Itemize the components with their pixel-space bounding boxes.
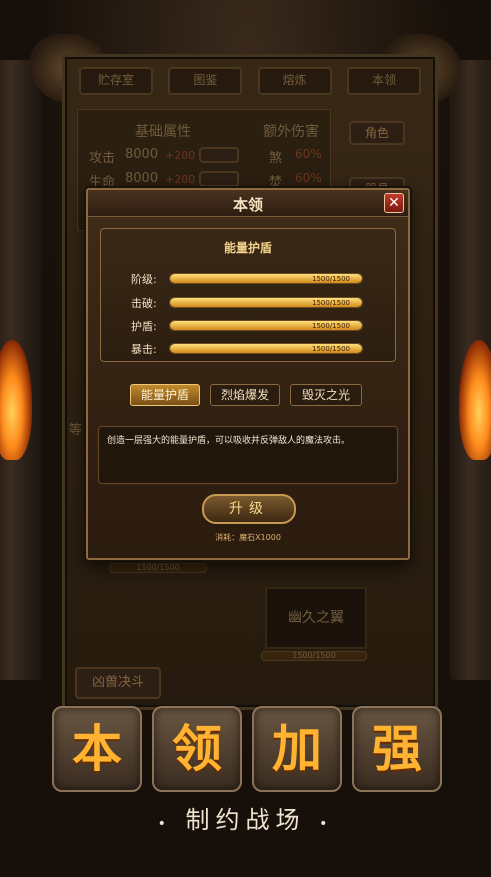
right-flame-icon [459,340,491,460]
banner-tile-4: 强 [352,706,442,792]
skill-stats-panel: 能量护盾 阶级: 1500/1500 击破: 1500/1500 护盾: 150… [100,228,396,362]
stat-value: 1500/1500 [312,275,350,283]
slogan-dot-left: • [157,816,172,832]
skill-tab-energy-shield[interactable]: 能量护盾 [130,384,200,406]
skill-stats-title: 能量护盾 [223,241,272,255]
stat-label: 护盾: [131,320,157,333]
stat-label: 暴击: [131,343,157,356]
skill-tab-flame-burst[interactable]: 烈焰爆发 [210,384,280,406]
modal-title: 本领 [232,196,263,214]
slogan-text: 制约战场 [185,806,306,834]
stat-row-crit: 暴击: 1500/1500 [131,341,371,356]
stat-value: 1500/1500 [312,299,350,307]
stat-row-shield: 护盾: 1500/1500 [131,318,371,333]
close-button[interactable]: ✕ [384,193,404,213]
slogan: • 制约战场 • [0,800,491,835]
stat-progress-bar: 1500/1500 [169,343,363,354]
banner-tile-3: 加 [252,706,342,792]
stat-row-level: 阶级: 1500/1500 [131,271,371,286]
stat-label: 击破: [131,297,157,310]
banner-tile-1: 本 [52,706,142,792]
stat-value: 1500/1500 [312,345,350,353]
upgrade-cost: 消耗：魔石X1000 [215,533,281,542]
skill-description-box: 创造一层强大的能量护盾，可以吸收并反弹敌人的魔法攻击。 [98,426,398,484]
stat-progress-bar: 1500/1500 [169,320,363,331]
slogan-dot-right: • [319,816,334,832]
stat-progress-bar: 1500/1500 [169,297,363,308]
stat-row-break: 击破: 1500/1500 [131,295,371,310]
skill-modal: 本领 ✕ 能量护盾 阶级: 1500/1500 击破: 1500/1500 护盾… [86,188,410,560]
stat-value: 1500/1500 [312,322,350,330]
skill-description: 创造一层强大的能量护盾，可以吸收并反弹敌人的魔法攻击。 [107,436,351,446]
modal-title-bar: 本领 ✕ [88,190,408,217]
skill-tabs: 能量护盾 烈焰爆发 毁灭之光 [130,384,370,408]
upgrade-button[interactable]: 升级 [202,494,296,524]
banner-tile-2: 领 [152,706,242,792]
stat-label: 阶级: [131,273,157,286]
stat-progress-bar: 1500/1500 [169,273,363,284]
skill-tab-destruction-light[interactable]: 毁灭之光 [290,384,362,406]
